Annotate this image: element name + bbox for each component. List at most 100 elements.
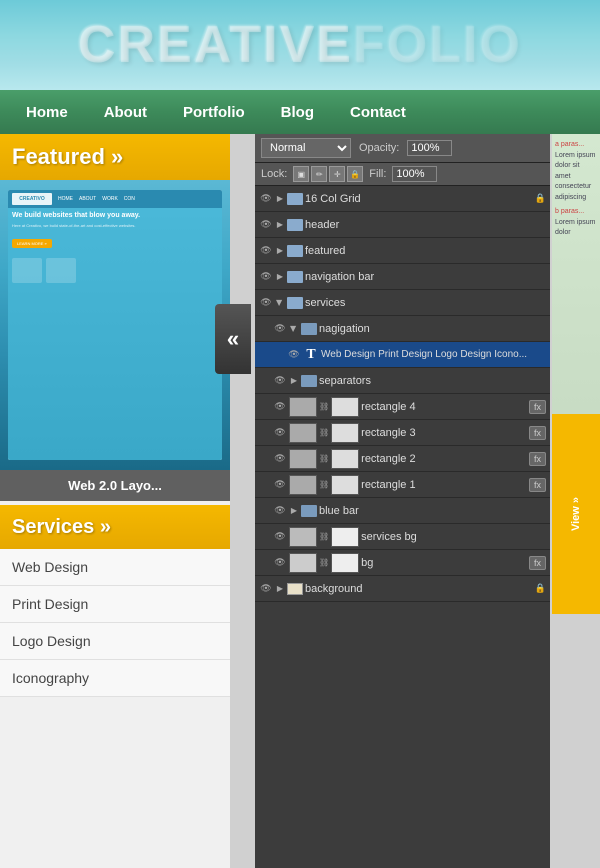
layer-thumbnail [289,553,317,573]
expand-arrow[interactable]: ▶ [275,272,285,282]
visibility-icon[interactable]: 👁 [259,218,273,232]
fx-button[interactable]: fx [529,478,546,492]
layer-featured[interactable]: 👁 ▶ featured [255,238,550,264]
visibility-icon[interactable]: 👁 [273,322,287,336]
ps-lock-row: Lock: ▣ ✏ ✛ 🔒 Fill: [255,163,550,186]
prev-arrow[interactable]: « [215,304,251,374]
visibility-icon[interactable]: 👁 [273,452,287,466]
view-more-text: View » [570,497,582,531]
visibility-icon[interactable]: 👁 [259,192,273,206]
layer-thumbnail [289,423,317,443]
service-iconography[interactable]: Iconography [0,660,230,697]
nav-blog[interactable]: Blog [265,98,330,127]
visibility-icon[interactable]: 👁 [273,504,287,518]
nav-contact[interactable]: Contact [334,98,422,127]
lock-transparent-icon[interactable]: ▣ [293,166,309,182]
banner-bold: CREATIVE [78,16,353,74]
layer-name: rectangle 4 [361,401,527,413]
expand-arrow[interactable]: ▶ [275,220,285,230]
fx-button[interactable]: fx [529,452,546,466]
visibility-icon[interactable]: 👁 [273,374,287,388]
thumb-btn: LEARN MORE » [12,239,52,248]
layer-name: blue bar [319,505,546,517]
layer-rect1[interactable]: 👁 ⛓ rectangle 1 fx [255,472,550,498]
expand-arrow[interactable]: ▶ [275,298,285,308]
layer-name: Web Design Print Design Logo Design Icon… [321,349,546,360]
nav-portfolio[interactable]: Portfolio [167,98,261,127]
visibility-icon[interactable]: 👁 [259,582,273,596]
services-header[interactable]: Services » [0,505,230,549]
lock-all-icon[interactable]: 🔒 [347,166,363,182]
background-thumb [287,583,303,595]
visibility-icon[interactable]: 👁 [273,530,287,544]
fx-button[interactable]: fx [529,556,546,570]
layer-background[interactable]: 👁 ▶ background 🔒 [255,576,550,602]
nav-home[interactable]: Home [10,98,84,127]
visibility-icon[interactable]: 👁 [287,348,301,362]
layer-thumbnail [289,475,317,495]
thumb-nav-about: ABOUT [77,195,98,203]
service-print-design[interactable]: Print Design [0,586,230,623]
layer-mask-thumbnail [331,527,359,547]
fill-input[interactable] [392,166,437,182]
expand-arrow[interactable]: ▶ [289,376,299,386]
fx-button[interactable]: fx [529,426,546,440]
layer-name: rectangle 1 [361,479,527,491]
layer-bg[interactable]: 👁 ⛓ bg fx [255,550,550,576]
opacity-input[interactable] [407,140,452,156]
left-panel: Featured » CREATIVO HOME ABOUT WORK CON [0,134,230,868]
expand-arrow[interactable]: ▶ [275,194,285,204]
expand-arrow[interactable]: ▶ [289,324,299,334]
featured-header[interactable]: Featured » [0,134,230,180]
visibility-icon[interactable]: 👁 [259,296,273,310]
visibility-icon[interactable]: 👁 [273,400,287,414]
layer-thumbnail [289,527,317,547]
fx-button[interactable]: fx [529,400,546,414]
right-panel-yellow: View » [552,414,600,614]
service-web-design[interactable]: Web Design [0,549,230,586]
thumb-nav-con: CON [122,195,137,203]
thumb-nav-items: HOME ABOUT WORK CON [56,195,137,203]
visibility-icon[interactable]: 👁 [273,478,287,492]
layer-services[interactable]: 👁 ▶ services [255,290,550,316]
lock-image-icon[interactable]: ✏ [311,166,327,182]
expand-arrow[interactable]: ▶ [275,246,285,256]
layer-rect2[interactable]: 👁 ⛓ rectangle 2 fx [255,446,550,472]
folder-icon [287,297,303,309]
layer-rect4[interactable]: 👁 ⛓ rectangle 4 fx [255,394,550,420]
layer-mask-thumbnail [331,553,359,573]
layer-blue-bar[interactable]: 👁 ▶ blue bar [255,498,550,524]
layer-16-col-grid[interactable]: 👁 ▶ 16 Col Grid 🔒 [255,186,550,212]
layer-rect3[interactable]: 👁 ⛓ rectangle 3 fx [255,420,550,446]
layer-name: header [305,219,546,231]
text-layer-icon: T [303,347,319,363]
layer-separators[interactable]: 👁 ▶ separators [255,368,550,394]
web-label-text: Web 2.0 Layo... [68,478,162,493]
lock-icons: ▣ ✏ ✛ 🔒 [293,166,363,182]
layer-mask-thumbnail [331,475,359,495]
folder-icon [301,323,317,335]
service-logo-design[interactable]: Logo Design [0,623,230,660]
blend-mode-select[interactable]: Normal [261,138,351,158]
lock-position-icon[interactable]: ✛ [329,166,345,182]
web-label: Web 2.0 Layo... [0,470,230,501]
opacity-label: Opacity: [359,142,399,154]
chain-icon: ⛓ [319,480,329,489]
layer-nagigation[interactable]: 👁 ▶ nagigation [255,316,550,342]
main-content: Featured » CREATIVO HOME ABOUT WORK CON [0,134,600,868]
visibility-icon[interactable]: 👁 [273,556,287,570]
chain-icon: ⛓ [319,402,329,411]
visibility-icon[interactable]: 👁 [273,426,287,440]
layer-text-active[interactable]: 👁 T Web Design Print Design Logo Design … [255,342,550,368]
layer-services-bg[interactable]: 👁 ⛓ services bg [255,524,550,550]
layer-header[interactable]: 👁 ▶ header [255,212,550,238]
expand-arrow[interactable]: ▶ [275,584,285,594]
visibility-icon[interactable]: 👁 [259,244,273,258]
layer-thumbnail [289,397,317,417]
thumb-logo: CREATIVO [12,193,52,205]
folder-icon [287,245,303,257]
visibility-icon[interactable]: 👁 [259,270,273,284]
nav-about[interactable]: About [88,98,163,127]
expand-arrow[interactable]: ▶ [289,506,299,516]
layer-navigation-bar[interactable]: 👁 ▶ navigation bar [255,264,550,290]
